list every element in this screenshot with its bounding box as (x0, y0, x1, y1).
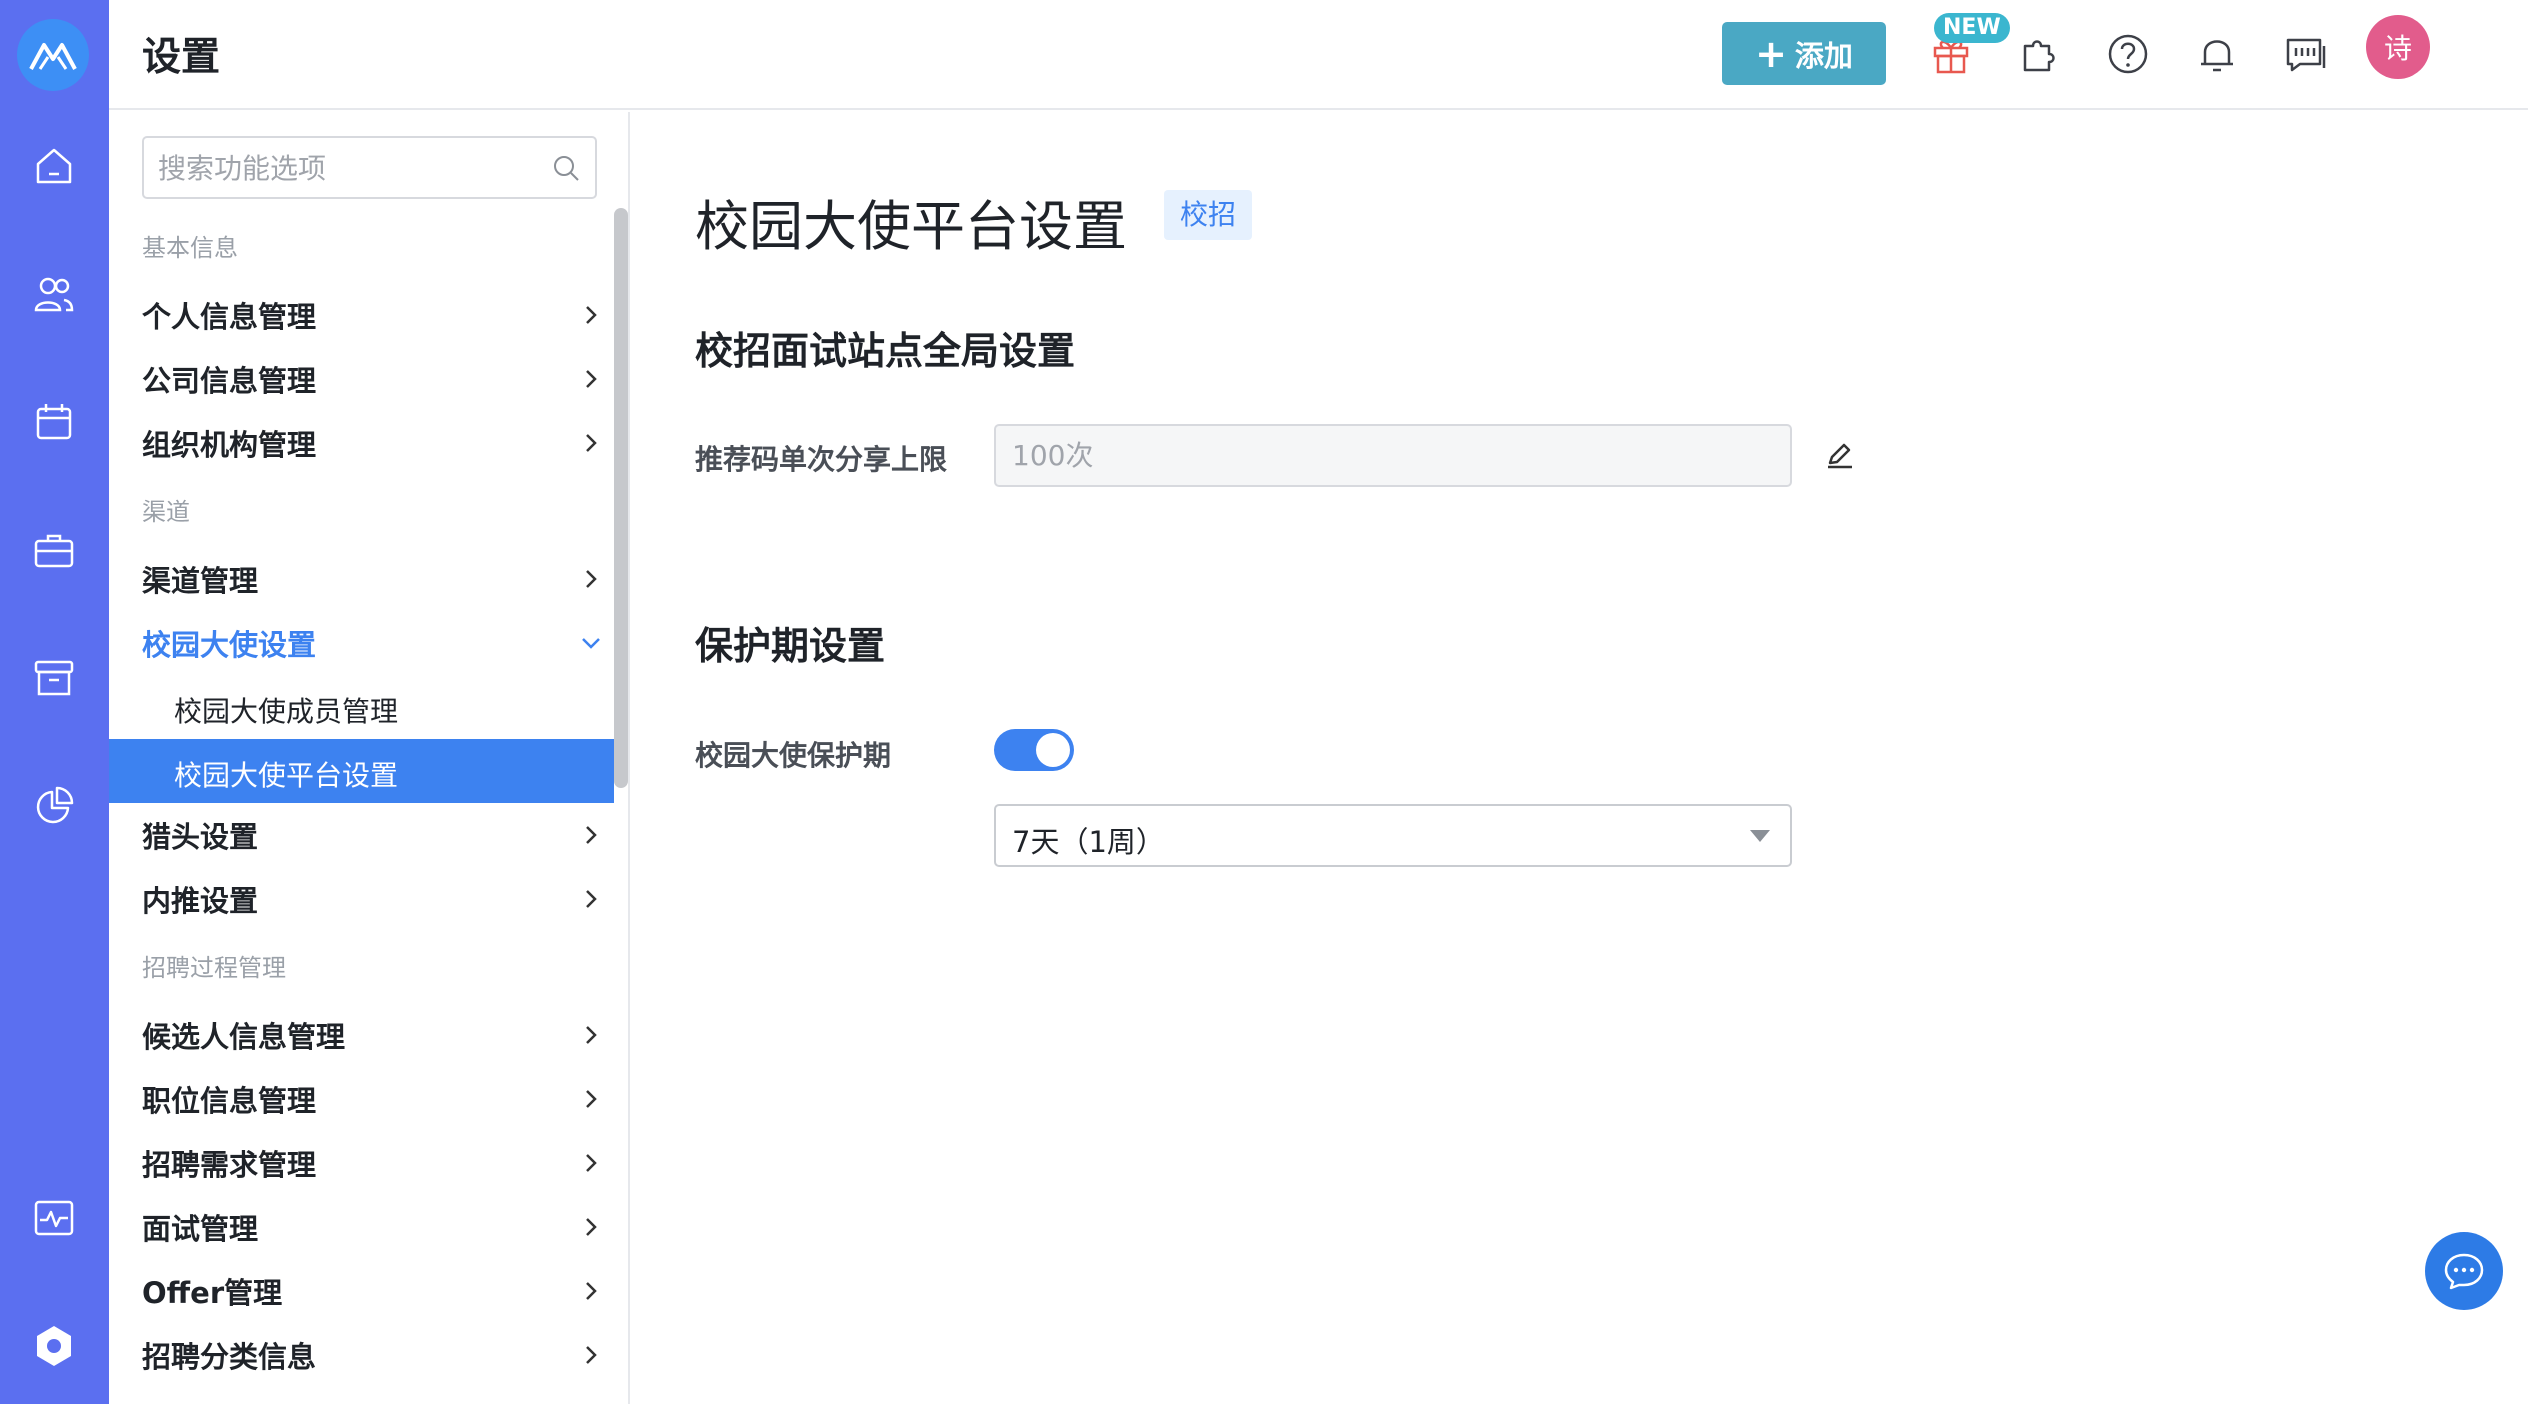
chevron-right-icon (586, 570, 597, 588)
menu-label: 校园大使成员管理 (174, 695, 399, 728)
pie-chart-icon[interactable] (28, 780, 80, 832)
menu-label: 内推设置 (142, 884, 259, 918)
share-limit-label: 推荐码单次分享上限 (695, 443, 948, 476)
settings-sidebar: 基本信息 个人信息管理 公司信息管理 组织机构管理 渠道 渠道管理 校园大使设置… (109, 112, 630, 1404)
menu-label: 个人信息管理 (142, 300, 317, 334)
menu-item-interview[interactable]: 面试管理 (109, 1195, 614, 1259)
menu-item-candidate[interactable]: 候选人信息管理 (109, 1003, 614, 1067)
chevron-right-icon (586, 1154, 597, 1172)
sidebar-scrollbar[interactable] (614, 208, 628, 788)
menu-label: 公司信息管理 (142, 364, 317, 398)
top-header: 设置 + 添加 (109, 0, 2528, 110)
chevron-right-icon (586, 1218, 597, 1236)
menu-label: 猎头设置 (142, 820, 259, 854)
menu-item-demand[interactable]: 招聘需求管理 (109, 1131, 614, 1195)
page-header-title: 设置 (142, 35, 221, 80)
add-button[interactable]: + 添加 (1722, 22, 1886, 85)
protection-period-select[interactable]: 7天（1周） (994, 804, 1792, 867)
menu-item-position[interactable]: 职位信息管理 (109, 1067, 614, 1131)
menu-item-referral[interactable]: 内推设置 (109, 867, 614, 931)
section-title-protection: 保护期设置 (695, 624, 886, 668)
search-icon[interactable] (551, 153, 581, 183)
menu-item-channel[interactable]: 渠道管理 (109, 547, 614, 611)
menu-item-personal[interactable]: 个人信息管理 (109, 283, 614, 347)
home-icon[interactable] (28, 140, 80, 192)
protection-label: 校园大使保护期 (695, 739, 892, 772)
menu-label: 组织机构管理 (142, 428, 317, 462)
chevron-right-icon (586, 1282, 597, 1300)
menu-item-org[interactable]: 组织机构管理 (109, 411, 614, 475)
logo-icon[interactable] (17, 19, 89, 91)
menu-label: 招聘分类信息 (142, 1340, 317, 1374)
menu-label: 候选人信息管理 (142, 1020, 346, 1054)
section-title-site: 校招面试站点全局设置 (695, 329, 1076, 373)
settings-icon[interactable] (28, 1320, 80, 1372)
help-icon[interactable] (2102, 28, 2154, 80)
sub-item-campus-platform[interactable]: 校园大使平台设置 (109, 739, 614, 803)
protection-toggle[interactable] (994, 729, 1074, 771)
menu-item-category[interactable]: 招聘分类信息 (109, 1323, 614, 1387)
share-limit-field[interactable]: 100次 (994, 424, 1792, 487)
avatar[interactable]: 诗 (2366, 15, 2430, 79)
menu-item-company[interactable]: 公司信息管理 (109, 347, 614, 411)
activity-icon[interactable] (28, 1192, 80, 1244)
chevron-right-icon (586, 370, 597, 388)
edit-icon[interactable] (1824, 439, 1856, 471)
menu-item-offer[interactable]: Offer管理 (109, 1259, 614, 1323)
chevron-right-icon (586, 1346, 597, 1364)
bell-icon[interactable] (2191, 28, 2243, 80)
menu-item-campus[interactable]: 校园大使设置 (109, 611, 614, 675)
chevron-right-icon (586, 826, 597, 844)
calendar-icon[interactable] (28, 396, 80, 448)
briefcase-icon[interactable] (28, 524, 80, 576)
chevron-right-icon (586, 890, 597, 908)
chevron-right-icon (586, 306, 597, 324)
chat-icon (2444, 1253, 2484, 1290)
page-title: 校园大使平台设置 (695, 195, 1127, 258)
menu-item-headhunter[interactable]: 猎头设置 (109, 803, 614, 867)
group-label-basic: 基本信息 (142, 234, 238, 262)
menu-label: Offer管理 (142, 1276, 283, 1310)
group-label-process: 招聘过程管理 (142, 954, 286, 982)
chevron-down-icon (582, 638, 600, 649)
plugin-icon[interactable] (2013, 28, 2065, 80)
chevron-right-icon (586, 434, 597, 452)
menu-label: 面试管理 (142, 1212, 259, 1246)
people-icon[interactable] (28, 268, 80, 320)
chevron-right-icon (586, 1026, 597, 1044)
app-rail (0, 0, 109, 1404)
plus-icon: + (1755, 31, 1787, 76)
add-button-label: 添加 (1794, 38, 1853, 73)
toggle-knob (1036, 733, 1070, 767)
message-icon[interactable] (2280, 28, 2332, 80)
new-badge: NEW (1934, 13, 2010, 43)
chat-support-button[interactable] (2425, 1232, 2503, 1310)
archive-icon[interactable] (28, 652, 80, 704)
group-label-channel: 渠道 (142, 498, 190, 526)
category-tag: 校招 (1164, 190, 1253, 240)
caret-down-icon (1750, 830, 1770, 842)
select-value: 7天（1周） (1012, 825, 1165, 859)
search-input[interactable] (158, 150, 538, 186)
main-content: 校园大使平台设置 校招 校招面试站点全局设置 推荐码单次分享上限 100次 保护… (631, 112, 2528, 1404)
menu-label: 渠道管理 (142, 564, 259, 598)
menu-label: 职位信息管理 (142, 1084, 317, 1118)
menu-label: 校园大使设置 (142, 628, 317, 662)
menu-label: 招聘需求管理 (142, 1148, 317, 1182)
menu-label: 校园大使平台设置 (174, 759, 399, 792)
sub-item-campus-members[interactable]: 校园大使成员管理 (109, 675, 614, 739)
chevron-right-icon (586, 1090, 597, 1108)
search-box[interactable] (142, 136, 597, 199)
